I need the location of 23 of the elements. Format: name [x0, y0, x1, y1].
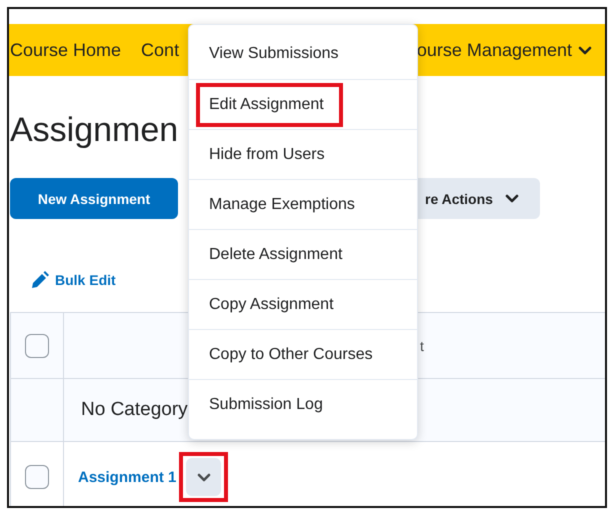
menu-item[interactable]: View Submissions [189, 29, 417, 79]
menu-item[interactable]: Delete Assignment [189, 229, 417, 279]
nav-link[interactable]: ourse Management [416, 40, 592, 60]
menu-item[interactable]: Hide from Users [189, 129, 417, 179]
column-header: t [420, 338, 424, 354]
new-assignment-button[interactable]: New Assignment [10, 178, 178, 219]
page-title: Assignmen [10, 111, 178, 149]
chevron-down-icon [196, 472, 211, 482]
checkbox[interactable] [25, 334, 49, 358]
nav-link[interactable]: Cont [141, 40, 180, 60]
assignment-link[interactable]: Assignment 1 [64, 468, 176, 486]
category-label: No Category [80, 399, 188, 421]
bulk-edit-link[interactable]: Bulk Edit [55, 272, 116, 288]
actions-dropdown-button[interactable] [186, 458, 222, 496]
menu-item[interactable]: Submission Log [189, 379, 417, 429]
nav-link[interactable]: Course Home [10, 40, 122, 60]
menu-item[interactable]: Manage Exemptions [189, 179, 417, 229]
pencil-icon[interactable] [30, 270, 49, 290]
chevron-down-icon [504, 194, 519, 203]
menu-item[interactable]: Edit Assignment [189, 79, 417, 129]
checkbox[interactable] [25, 465, 49, 489]
menu-item[interactable]: Copy to Other Courses [189, 329, 417, 379]
menu-item[interactable]: Copy Assignment [189, 279, 417, 329]
